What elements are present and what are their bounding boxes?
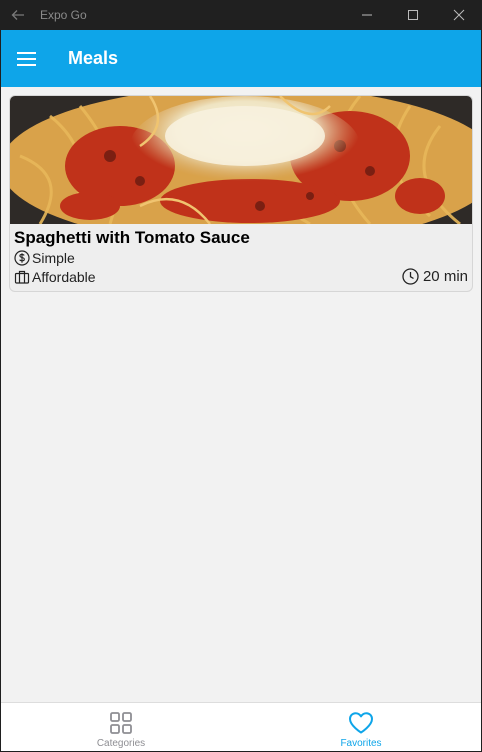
meal-list: Spaghetti with Tomato Sauce Simple Affor…	[1, 87, 481, 300]
heart-icon	[349, 712, 373, 734]
meal-title: Spaghetti with Tomato Sauce	[14, 228, 250, 247]
meal-info: Spaghetti with Tomato Sauce Simple Affor…	[10, 224, 472, 291]
meal-card[interactable]: Spaghetti with Tomato Sauce Simple Affor…	[9, 95, 473, 292]
tab-label: Favorites	[340, 738, 382, 749]
meal-image	[10, 96, 472, 224]
back-arrow-icon[interactable]	[0, 0, 36, 30]
affordability-row: Affordable	[14, 267, 468, 286]
grid-icon	[110, 712, 132, 734]
minimize-button[interactable]	[344, 0, 390, 30]
close-button[interactable]	[436, 0, 482, 30]
dollar-circle-icon	[14, 249, 30, 266]
tab-categories[interactable]: Categories	[1, 703, 241, 751]
app-window: Meals Spaghetti with Tomato Sauce Simple…	[1, 30, 481, 751]
tab-favorites[interactable]: Favorites	[241, 703, 481, 751]
tab-label: Categories	[96, 738, 146, 749]
duration: 20 min	[402, 268, 468, 285]
close-icon	[453, 9, 465, 21]
app-header: Meals	[1, 30, 481, 87]
clock-icon	[402, 268, 419, 285]
hamburger-menu-icon	[17, 51, 36, 66]
complexity-label: Simple	[32, 249, 75, 266]
page-title: Meals	[68, 48, 119, 68]
briefcase-icon	[14, 270, 30, 284]
menu-button[interactable]	[1, 30, 53, 87]
duration-label: 20 min	[422, 268, 468, 285]
maximize-button[interactable]	[390, 0, 436, 30]
bottom-tab-bar: Categories Favorites	[1, 702, 481, 751]
maximize-icon	[408, 10, 418, 20]
affordability-label: Affordable	[32, 268, 96, 285]
window-titlebar: Expo Go	[0, 0, 482, 30]
window-title: Expo Go	[40, 8, 87, 22]
minimize-icon	[362, 14, 372, 16]
complexity-row: Simple	[14, 248, 468, 267]
